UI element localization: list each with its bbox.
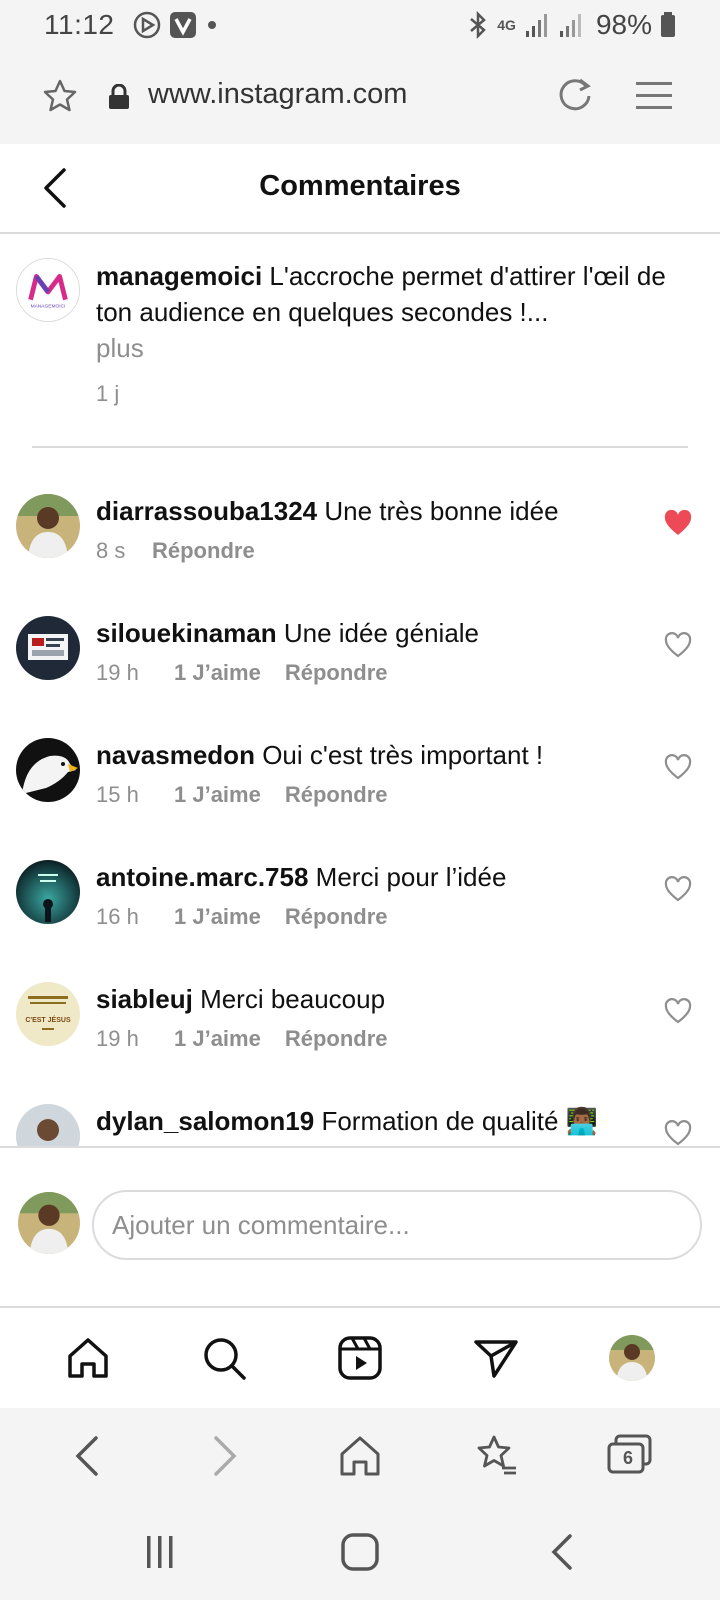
comment-username[interactable]: antoine.marc.758 (96, 862, 308, 892)
signal-strength-icon (525, 14, 547, 37)
system-home-icon[interactable] (338, 1530, 382, 1574)
comments-header: Commentaires (0, 144, 720, 234)
heart-outline-icon[interactable] (664, 632, 692, 663)
browser-address-bar: www.instagram.com (0, 50, 720, 144)
profile-avatar[interactable] (606, 1332, 658, 1384)
comment-username[interactable]: dylan_salomon19 (96, 1106, 314, 1136)
avatar[interactable]: MANAGEMOICI (16, 258, 80, 322)
heart-outline-icon[interactable] (664, 876, 692, 907)
search-icon[interactable] (198, 1332, 250, 1384)
bluetooth-icon (470, 11, 487, 39)
caption-username[interactable]: managemoici (96, 261, 262, 291)
direct-message-icon[interactable] (470, 1332, 522, 1384)
instagram-bottom-nav (0, 1308, 720, 1408)
page-title: Commentaires (259, 170, 461, 202)
comment-username[interactable]: diarrassouba1324 (96, 496, 317, 526)
battery-icon (661, 12, 675, 37)
caption-timestamp: 1 j (96, 381, 120, 406)
comment-text: Une très bonne idée (324, 496, 559, 526)
like-count[interactable]: 1 J’aime (174, 660, 261, 686)
bookmark-star-icon[interactable] (42, 78, 78, 119)
list-item: diarrassouba1324 Une très bonne idée 8 s… (16, 494, 716, 594)
avatar[interactable] (16, 860, 80, 924)
avatar-logo-text: MANAGEMOICI (31, 303, 66, 309)
heart-outline-icon[interactable] (664, 754, 692, 785)
battery-percentage: 98% (595, 9, 652, 40)
avatar[interactable] (16, 1104, 80, 1146)
reply-button[interactable]: Répondre (285, 904, 388, 930)
comment-timestamp: 15 h (96, 782, 139, 807)
recent-apps-icon[interactable] (138, 1530, 182, 1574)
comment-text: Oui c'est très important ! (262, 740, 544, 770)
comment-timestamp: 19 h (96, 660, 139, 685)
tabs-icon[interactable]: 6 (606, 1430, 658, 1482)
like-count[interactable]: 1 J’aime (174, 782, 261, 808)
comment-timestamp: 16 h (96, 904, 139, 929)
list-item: C'EST JÉSUS siableuj Merci beaucoup 19 h… (16, 982, 716, 1082)
home-icon[interactable] (62, 1332, 114, 1384)
like-count[interactable]: 1 J’aime (174, 904, 261, 930)
reply-button[interactable]: Répondre (285, 660, 388, 686)
current-user-avatar (18, 1192, 80, 1254)
comment-username[interactable]: silouekinaman (96, 618, 277, 648)
bookmarks-icon[interactable] (470, 1430, 522, 1482)
avatar-logo-text: C'EST JÉSUS (25, 1015, 71, 1024)
reply-button[interactable]: Répondre (285, 1026, 388, 1052)
list-item: silouekinaman Une idée géniale 19 h 1 J’… (16, 616, 716, 716)
comment-username[interactable]: siableuj (96, 984, 193, 1014)
notification-dot-icon (207, 21, 216, 29)
url-text[interactable]: www.instagram.com (148, 78, 407, 111)
comment-text: Une idée géniale (283, 618, 480, 648)
vivaldi-app-icon (169, 12, 196, 38)
heart-filled-icon[interactable] (664, 509, 692, 541)
lock-icon (108, 83, 130, 115)
avatar[interactable]: C'EST JÉSUS (16, 982, 80, 1046)
reels-icon[interactable] (334, 1332, 386, 1384)
like-count[interactable]: 1 J’aime (174, 1026, 261, 1052)
avatar[interactable] (16, 494, 80, 558)
comment-text: Merci pour l’idée (315, 862, 507, 892)
more-link[interactable]: plus (96, 330, 696, 366)
comment-text: Formation de qualité 👨🏾‍💻 (321, 1106, 599, 1136)
comment-input[interactable]: Ajouter un commentaire... (92, 1190, 702, 1260)
add-comment-bar: Ajouter un commentaire... (0, 1146, 720, 1308)
browser-forward-icon[interactable] (198, 1430, 250, 1482)
avatar[interactable] (16, 616, 80, 680)
browser-home-icon[interactable] (334, 1430, 386, 1482)
tab-count: 6 (623, 1448, 634, 1468)
heart-outline-icon[interactable] (664, 998, 692, 1029)
avatar[interactable] (16, 738, 80, 802)
signal-strength-2-icon (559, 14, 581, 37)
comment-text: Merci beaucoup (200, 984, 386, 1014)
comment-username[interactable]: navasmedon (96, 740, 255, 770)
divider (32, 446, 688, 448)
list-item: antoine.marc.758 Merci pour l’idée 16 h … (16, 860, 716, 960)
list-item: navasmedon Oui c'est très important ! 15… (16, 738, 716, 838)
system-back-icon[interactable] (540, 1530, 584, 1574)
heart-outline-icon[interactable] (664, 1120, 692, 1146)
reply-button[interactable]: Répondre (152, 538, 255, 564)
comment-timestamp: 19 h (96, 1026, 139, 1051)
network-type: 4G (497, 17, 516, 33)
list-item: dylan_salomon19 Formation de qualité 👨🏾‍… (16, 1104, 716, 1146)
status-bar: 11:12 4G 98% (0, 0, 720, 50)
system-navigation-bar (0, 1504, 720, 1600)
reply-button[interactable]: Répondre (285, 782, 388, 808)
reload-icon[interactable] (556, 76, 594, 119)
media-player-icon (133, 11, 160, 39)
hamburger-menu-icon[interactable] (636, 80, 672, 117)
browser-back-icon[interactable] (62, 1430, 114, 1482)
comments-list[interactable]: MANAGEMOICI managemoici L'accroche perme… (0, 234, 720, 1146)
status-time: 11:12 (44, 9, 115, 40)
browser-toolbar: 6 (0, 1408, 720, 1504)
comment-timestamp: 8 s (96, 538, 126, 563)
